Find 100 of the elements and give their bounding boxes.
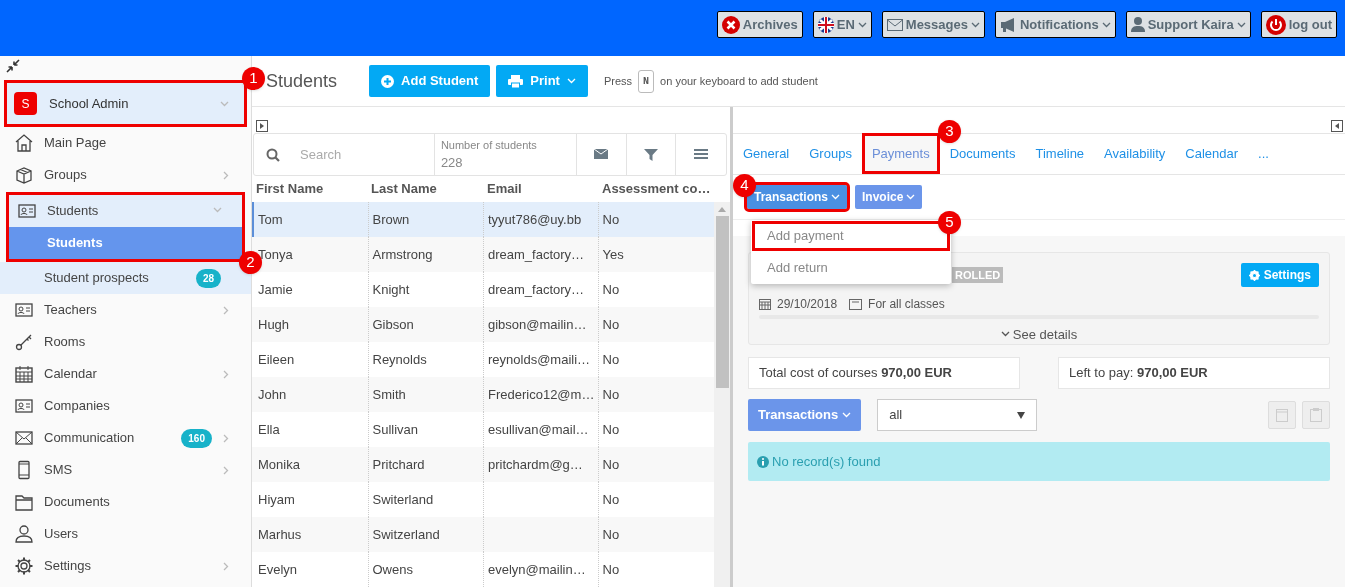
status-badge: ROLLED: [952, 266, 1004, 284]
top-bar-button[interactable]: Support Kaira: [1125, 11, 1251, 38]
sidebar-item[interactable]: Calendar: [0, 358, 251, 390]
column-header[interactable]: Email: [483, 179, 598, 199]
table-cell-text: Knight: [372, 280, 410, 299]
sidebar-item[interactable]: Documents: [0, 486, 251, 518]
table-cell-text: No: [602, 350, 620, 369]
sidebar-item[interactable]: SMS: [0, 454, 251, 486]
id-card-icon: [14, 396, 34, 416]
keyboard-key: N: [638, 69, 655, 93]
top-bar-button[interactable]: Notifications: [994, 11, 1116, 38]
top-bar-button[interactable]: log out: [1260, 11, 1337, 38]
table-cell-text: evelyn@mailin…: [488, 560, 586, 579]
table-cell-text: Brown: [372, 210, 410, 229]
column-header[interactable]: First Name: [252, 179, 367, 199]
table-cell-text: Owens: [372, 560, 413, 579]
sidebar-item[interactable]: Companies: [0, 390, 251, 422]
table-cell-text: Switerland: [372, 490, 434, 509]
sidebar-item[interactable]: Rooms: [0, 326, 251, 358]
summary-box: Left to pay: 970,00 EUR: [1058, 357, 1330, 389]
table-cell-text: Jamie: [258, 280, 293, 299]
sidebar-item[interactable]: Main Page: [0, 127, 251, 159]
top-bar-button[interactable]: Messages: [881, 11, 985, 38]
calendar-icon: [14, 364, 34, 384]
caret-icon: [831, 194, 841, 200]
scrollbar[interactable]: [714, 202, 730, 587]
table-cell-text: esullivan@mail…: [488, 420, 589, 439]
table-cell-text: Sullivan: [372, 420, 419, 439]
table-cell-text: Marhus: [258, 525, 302, 544]
table-cell-text: Hugh: [258, 315, 290, 334]
search-icon: [266, 147, 280, 162]
sidebar-item[interactable]: Groups: [0, 159, 251, 191]
count-label: Number of students: [440, 137, 538, 153]
box-icon: [14, 165, 34, 185]
table-cell-text: Ella: [258, 420, 280, 439]
hint-text: on your keyboard to add student: [660, 73, 818, 89]
chevron-down-icon: [220, 100, 229, 107]
table-cell-text: No: [602, 210, 620, 229]
envelope-icon: [886, 18, 903, 31]
sidebar-item[interactable]: Users: [0, 518, 251, 550]
table-cell-text: No: [602, 560, 620, 579]
dropdown-arrow-icon: [1017, 411, 1026, 419]
step-number: 5: [938, 211, 961, 234]
envelope-icon: [594, 148, 609, 161]
table-cell-text: No: [602, 455, 620, 474]
key-icon: [14, 332, 34, 352]
sidebar-item[interactable]: Teachers: [0, 294, 251, 326]
info-icon: [757, 455, 769, 468]
count-badge: 160: [181, 428, 212, 448]
plus-circle-icon: [381, 74, 395, 88]
table-cell-text: No: [602, 420, 620, 439]
clipboard-icon: [1310, 408, 1322, 422]
account-switcher[interactable]: S School Admin: [4, 80, 247, 127]
scrollbar-thumb[interactable]: [715, 216, 729, 388]
tab[interactable]: General: [733, 133, 800, 174]
table-row[interactable]: Hugh Gibson gibson@mailin… No: [252, 307, 714, 342]
table-row[interactable]: Monika Pritchard pritchardm@g… No: [252, 447, 714, 482]
expand-panel-icon: [256, 120, 268, 132]
enrollment-scope: For all classes: [868, 296, 945, 313]
table-cell-text: Reynolds: [372, 350, 427, 369]
table-cell-text: reynolds@maili…: [488, 350, 591, 369]
sidebar-item[interactable]: Settings: [0, 550, 251, 582]
printer-icon: [508, 74, 524, 88]
column-header[interactable]: Last Name: [367, 179, 483, 199]
id-card-icon: [17, 201, 37, 221]
table-cell-text: No: [602, 385, 620, 404]
table-cell-text: dream_factory…: [488, 280, 585, 299]
menu-icon: [694, 148, 709, 161]
gear-icon: [14, 556, 34, 576]
table-cell-text: No: [602, 280, 620, 299]
table-cell-text: Tom: [258, 210, 283, 229]
see-details-link[interactable]: See details: [1000, 324, 1078, 344]
flag-icon: [817, 16, 834, 33]
tab[interactable]: Groups: [799, 133, 862, 174]
table-row[interactable]: Marhus Switzerland No: [252, 517, 714, 552]
sidebar-item[interactable]: Communication 160: [0, 422, 251, 454]
column-header[interactable]: Assessment co…: [598, 179, 714, 199]
caret-icon: [842, 412, 852, 418]
step-number: 3: [938, 120, 961, 143]
caret-icon: [566, 78, 576, 84]
tab[interactable]: Availability: [1094, 133, 1176, 174]
top-bar-button[interactable]: Archives: [716, 11, 803, 38]
table-cell-text: pritchardm@g…: [488, 455, 583, 474]
id-card-icon: [14, 300, 34, 320]
menu-item[interactable]: Add return: [751, 252, 951, 284]
table-row[interactable]: Tom Brown tyyut786@uy.bb No: [252, 202, 714, 237]
collapse-panel-icon: [1331, 120, 1343, 132]
account-avatar: S: [14, 92, 37, 115]
table-cell-text: Switzerland: [372, 525, 440, 544]
step-number: 1: [242, 67, 265, 90]
filter-select[interactable]: all: [877, 399, 1038, 431]
table-cell-text: Smith: [372, 385, 406, 404]
top-bar-button[interactable]: EN: [812, 11, 872, 38]
table-row[interactable]: John Smith Frederico12@m… No: [252, 377, 714, 412]
calendar-icon: [1276, 408, 1288, 422]
collapse-icon: [5, 59, 21, 73]
table-cell-text: No: [602, 315, 620, 334]
search-field[interactable]: Search: [300, 144, 420, 165]
sidebar-item[interactable]: Students: [9, 195, 242, 227]
user-icon: [14, 524, 34, 544]
